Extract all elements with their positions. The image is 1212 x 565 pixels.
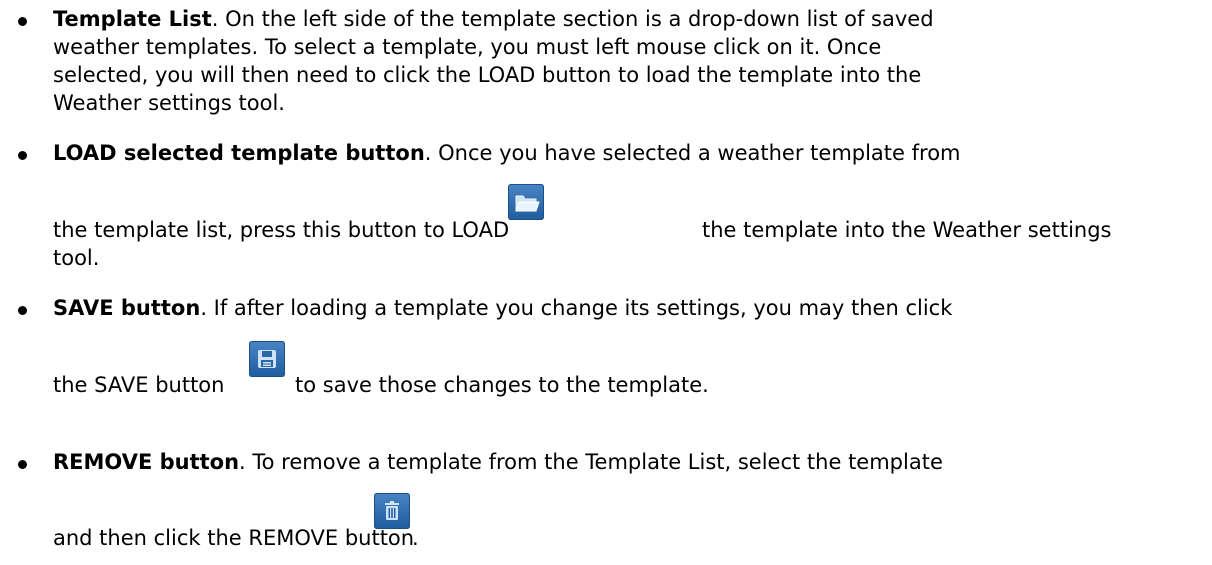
item-title: SAVE button	[53, 296, 201, 320]
item-text-line: Weather settings tool.	[53, 91, 285, 115]
item-text-line: weather templates. To select a template,…	[53, 35, 882, 59]
item-text: . To remove a template from the Template…	[239, 450, 943, 474]
item-text-line: and then click the REMOVE button	[53, 526, 415, 550]
item-text-line: .	[412, 526, 419, 550]
document: Template List. On the left side of the t…	[0, 0, 1212, 565]
item-text-line: the template list, press this button to …	[53, 218, 510, 242]
item-remove-line-1: REMOVE button. To remove a template from…	[53, 449, 943, 475]
item-save-line-1: SAVE button. If after loading a template…	[53, 295, 952, 321]
save-icon	[249, 341, 285, 377]
folder-icon	[508, 184, 544, 220]
item-title: Template List	[53, 7, 212, 31]
item-text-line: selected, you will then need to click th…	[53, 63, 922, 87]
bullet-dot	[18, 306, 27, 315]
item-text: . Once you have selected a weather templ…	[424, 141, 961, 165]
item-text: . If after loading a template you change…	[200, 296, 953, 320]
item-text: . On the left side of the template secti…	[211, 7, 934, 31]
item-text-line: tool.	[53, 246, 100, 270]
item-title: LOAD selected template button	[53, 141, 425, 165]
item-title: REMOVE button	[53, 450, 240, 474]
item-load-line-1: LOAD selected template button. Once you …	[53, 140, 961, 166]
bullet-dot	[18, 460, 27, 469]
item-text-line: to save those changes to the template.	[295, 373, 709, 397]
bullet-dot	[18, 151, 27, 160]
item-template-list-line-1: Template List. On the left side of the t…	[53, 6, 934, 32]
trash-icon	[374, 493, 410, 529]
item-text-line: the template into the Weather settings	[702, 218, 1112, 242]
item-text-line: the SAVE button	[53, 373, 225, 397]
bullet-dot	[18, 17, 27, 26]
